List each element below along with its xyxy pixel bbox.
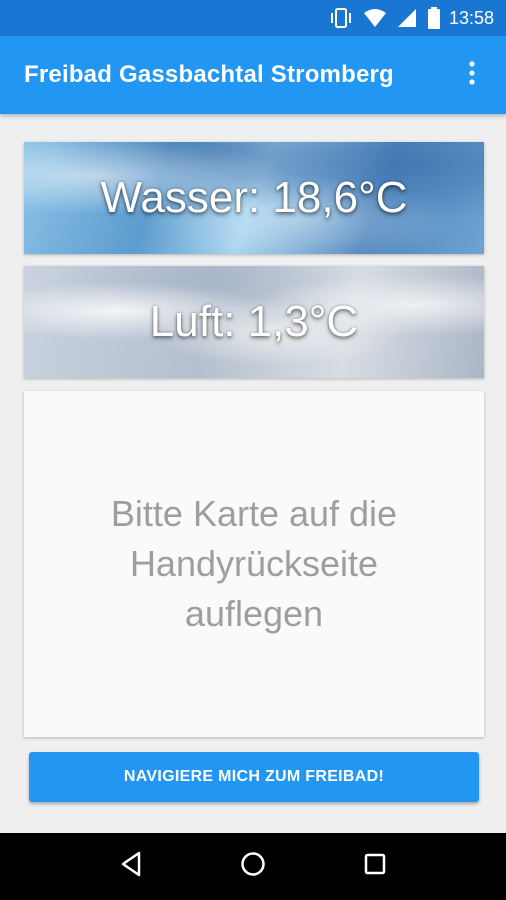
back-icon <box>119 851 143 882</box>
nfc-instruction-line-3: auflegen <box>184 592 324 634</box>
app-title: Freibad Gassbachtal Stromberg <box>24 61 394 88</box>
water-temperature-label: Wasser: 18,6°C <box>100 173 408 222</box>
recents-button[interactable] <box>350 842 400 892</box>
nfc-card-panel: Bitte Karte auf die Handyrückseite aufle… <box>24 391 484 737</box>
battery-icon <box>427 7 441 29</box>
nfc-instruction-line-2: Handyrückseite <box>129 543 379 585</box>
more-vert-icon <box>469 60 475 90</box>
nfc-instruction-line-1: Bitte Karte auf die <box>110 493 398 535</box>
system-navigation-bar <box>0 833 506 900</box>
wifi-icon <box>363 8 387 28</box>
water-temperature-card: Wasser: 18,6°C <box>24 142 484 254</box>
signal-icon <box>397 8 417 28</box>
app-bar: Freibad Gassbachtal Stromberg <box>0 36 506 114</box>
navigate-to-pool-button[interactable]: NAVIGIERE MICH ZUM FREIBAD! <box>29 752 479 802</box>
status-time: 13:58 <box>448 7 494 28</box>
status-icons <box>329 7 441 29</box>
home-button[interactable] <box>228 842 278 892</box>
nfc-instruction: Bitte Karte auf die Handyrückseite aufle… <box>64 489 444 638</box>
overflow-menu-button[interactable] <box>456 55 488 95</box>
recents-icon <box>363 852 387 881</box>
back-button[interactable] <box>106 842 156 892</box>
air-temperature-label: Luft: 1,3°C <box>149 297 359 346</box>
status-bar: 13:58 <box>0 0 506 36</box>
vibrate-icon <box>329 7 353 29</box>
air-temperature-card: Luft: 1,3°C <box>24 266 484 378</box>
home-icon <box>240 851 266 882</box>
